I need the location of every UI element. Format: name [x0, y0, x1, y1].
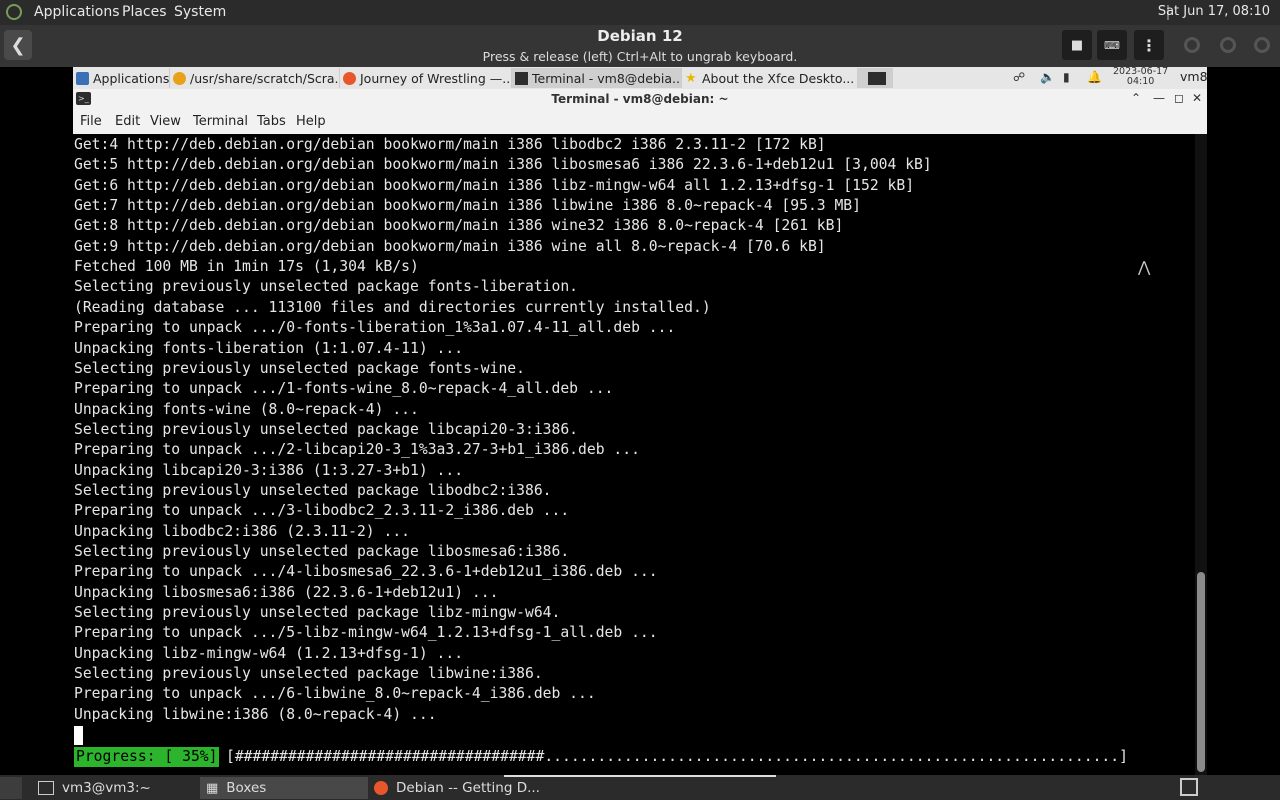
firefox-icon — [374, 781, 388, 795]
host-menu-applications[interactable]: Applications — [34, 4, 120, 20]
terminal-line: Unpacking libodbc2:i386 (2.3.11-2) ... — [74, 522, 411, 540]
battery-icon[interactable]: ▮ — [1063, 70, 1070, 84]
terminal-line: Preparing to unpack .../0-fonts-liberati… — [74, 319, 676, 337]
boxes-header-bar: Debian 12 Press & release (left) Ctrl+Al… — [0, 25, 1280, 67]
host-task-firefox[interactable]: Debian -- Getting D... — [368, 777, 568, 799]
menu-terminal[interactable]: Terminal — [193, 114, 248, 129]
scrollbar-thumb[interactable] — [1197, 572, 1205, 772]
minimize-window-icon[interactable] — [1184, 37, 1200, 53]
xfce-menu-icon — [76, 71, 89, 85]
progress-label: Progress: [ 35%] — [74, 747, 220, 767]
maximize-window-icon[interactable] — [1220, 37, 1236, 53]
terminal-line: Preparing to unpack .../6-libwine_8.0~re… — [74, 685, 596, 703]
guest-xfce-panel: Applications : /usr/share/scratch/Scra..… — [73, 67, 1208, 90]
minimize-icon[interactable]: — — [1153, 91, 1165, 105]
terminal-line: Selecting previously unselected package … — [74, 359, 525, 377]
back-button[interactable]: ❮ — [4, 30, 32, 60]
terminal-line: Get:7 http://deb.debian.org/debian bookw… — [74, 197, 861, 215]
host-top-panel: Applications Places System Sat Jun 17, 0… — [0, 0, 1280, 25]
guest-task-terminal[interactable]: Terminal - vm8@debia... — [511, 68, 681, 88]
host-menu-system[interactable]: System — [174, 4, 226, 20]
terminal-line: Preparing to unpack .../1-fonts-wine_8.0… — [74, 380, 614, 398]
keyboard-icon: ⌨ — [1104, 38, 1120, 52]
scratch-icon — [173, 71, 186, 85]
network-icon[interactable]: ☍ — [1013, 70, 1025, 84]
terminal-line: Preparing to unpack .../2-libcapi20-3_1%… — [74, 441, 640, 459]
keyboard-button[interactable]: ⌨ — [1097, 30, 1127, 60]
star-icon: ★ — [685, 70, 697, 86]
menu-help[interactable]: Help — [296, 114, 326, 129]
terminal-line: Selecting previously unselected package … — [74, 278, 579, 296]
host-task-boxes[interactable]: ▦ Boxes — [200, 777, 368, 799]
guest-user-menu[interactable]: vm8 — [1180, 69, 1208, 84]
terminal-line: Selecting previously unselected package … — [74, 481, 552, 499]
terminal-line: Unpacking fonts-liberation (1:1.07.4-11)… — [74, 339, 464, 357]
terminal-menubar: File Edit View Terminal Tabs Help — [73, 110, 1207, 134]
terminal-icon — [515, 71, 528, 85]
terminal-line: Preparing to unpack .../3-libodbc2_2.3.1… — [74, 502, 570, 520]
terminal-line: Unpacking libcapi20-3:i386 (1:3.27-3+b1)… — [74, 461, 464, 479]
menu-tabs[interactable]: Tabs — [257, 114, 286, 129]
terminal-line: Preparing to unpack .../4-libosmesa6_22.… — [74, 563, 658, 581]
distro-logo-icon[interactable] — [6, 4, 22, 20]
guest-launcher-terminal[interactable] — [857, 68, 893, 88]
host-task-terminal[interactable]: vm3@vm3:~ — [32, 777, 200, 799]
maximize-icon[interactable]: ◻ — [1174, 91, 1184, 105]
terminal-line: Get:8 http://deb.debian.org/debian bookw… — [74, 217, 844, 235]
terminal-titlebar[interactable]: >_ Terminal - vm8@debian: ~ ⌃ — ◻ ✕ — [73, 89, 1207, 111]
terminal-line: Selecting previously unselected package … — [74, 543, 570, 560]
terminal-cursor — [74, 726, 83, 745]
host-taskbar: vm3@vm3:~ ▦ Boxes Debian -- Getting D... — [0, 775, 1280, 800]
guest-clock[interactable]: 2023-06-17 04:10 — [1113, 67, 1168, 87]
terminal-line: Get:9 http://deb.debian.org/debian bookw… — [74, 237, 826, 255]
terminal-line: Unpacking fonts-wine (8.0~repack-4) ... — [74, 400, 419, 418]
terminal-line: Selecting previously unselected package … — [74, 665, 543, 683]
terminal-line: Get:4 http://deb.debian.org/debian bookw… — [74, 136, 826, 153]
text-cursor-icon: ⋀ — [1138, 258, 1151, 276]
host-clock[interactable]: Sat Jun 17, 08:10 — [1158, 4, 1270, 19]
volume-icon[interactable]: 🔈 — [1040, 70, 1055, 84]
firefox-icon — [343, 71, 356, 85]
terminal-line: Get:5 http://deb.debian.org/debian bookw… — [74, 156, 932, 174]
terminal-title: Terminal - vm8@debian: ~ — [551, 92, 729, 106]
guest-task-applications[interactable]: Applications : — [73, 68, 169, 88]
menu-edit[interactable]: Edit — [115, 114, 140, 129]
chevron-up-icon[interactable]: ⌃ — [1131, 91, 1141, 105]
close-window-icon[interactable] — [1254, 37, 1270, 53]
terminal-line: Unpacking libosmesa6:i386 (22.3.6-1+deb1… — [74, 583, 499, 601]
show-desktop-icon[interactable] — [0, 777, 22, 799]
terminal-line: Selecting previously unselected package … — [74, 420, 579, 438]
notification-bell-icon[interactable]: 🔔 — [1087, 70, 1102, 84]
terminal-output[interactable]: Get:4 http://deb.debian.org/debian bookw… — [73, 134, 1195, 775]
terminal-line: Unpacking libwine:i386 (8.0~repack-4) ..… — [74, 705, 437, 723]
terminal-line: Selecting previously unselected package … — [74, 604, 561, 622]
more-vertical-icon: ⋮ — [1141, 35, 1157, 55]
boxes-icon: ▦ — [206, 780, 219, 796]
terminal-line: Preparing to unpack .../5-libz-mingw-w64… — [74, 624, 658, 642]
chevron-left-icon: ❮ — [10, 34, 26, 56]
guest-task-about-xfce[interactable]: ★ About the Xfce Deskto... — [681, 68, 857, 88]
terminal-line: Get:6 http://deb.debian.org/debian bookw… — [74, 176, 915, 194]
workspace-switcher-icon[interactable] — [1180, 778, 1198, 796]
progress-bar: [###################################....… — [226, 748, 1128, 765]
menu-file[interactable]: File — [80, 114, 102, 129]
terminal-line: (Reading database ... 113100 files and d… — [74, 298, 711, 316]
terminal-line: Unpacking libz-mingw-w64 (1.2.13+dfsg-1)… — [74, 644, 464, 662]
stop-button[interactable]: ■ — [1062, 30, 1092, 60]
menu-view[interactable]: View — [150, 114, 181, 129]
terminal-icon — [38, 781, 54, 795]
host-menu-places[interactable]: Places — [122, 4, 167, 20]
menu-button[interactable]: ⋮ — [1134, 30, 1164, 60]
terminal-icon — [868, 71, 886, 85]
guest-display-margin — [0, 67, 73, 775]
stop-icon: ■ — [1070, 37, 1084, 53]
close-icon[interactable]: ✕ — [1192, 91, 1202, 105]
guest-task-scratch[interactable]: /usr/share/scratch/Scra... — [169, 68, 339, 88]
guest-task-firefox[interactable]: Journey of Wrestling —... — [339, 68, 511, 88]
terminal-line: Fetched 100 MB in 1min 17s (1,304 kB/s) — [74, 258, 419, 276]
